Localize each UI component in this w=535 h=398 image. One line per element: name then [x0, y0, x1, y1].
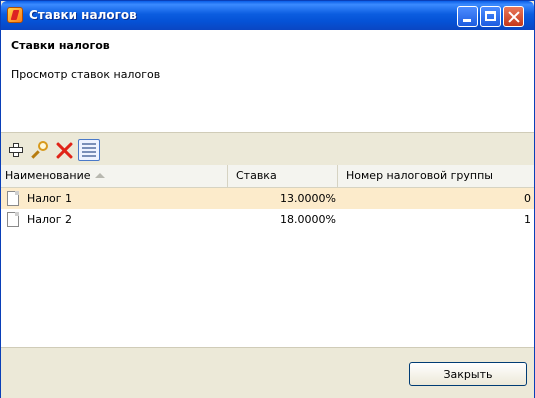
column-group-header[interactable]: Номер налоговой группы — [338, 165, 534, 187]
toolbar — [1, 132, 534, 166]
table-header: Наименование Ставка Номер налоговой груп… — [1, 165, 534, 188]
column-rate-label: Ставка — [236, 169, 277, 182]
window-title: Ставки налогов — [29, 8, 137, 22]
page-subtitle: Просмотр ставок налогов — [11, 68, 161, 81]
page-title: Ставки налогов — [11, 39, 110, 52]
table-row[interactable]: Налог 2 18.0000% 1 — [1, 209, 534, 230]
tax-rates-window: Ставки налогов Ставки налогов Просмотр с… — [0, 0, 535, 398]
title-bar[interactable]: Ставки налогов — [1, 1, 534, 30]
column-name-label: Наименование — [5, 169, 91, 182]
column-name-header[interactable]: Наименование — [1, 165, 228, 187]
search-icon[interactable] — [30, 140, 50, 160]
cell-name: Налог 1 — [27, 192, 73, 205]
app-icon — [7, 7, 23, 23]
document-icon — [7, 191, 19, 206]
tax-rates-table: Наименование Ставка Номер налоговой груп… — [1, 165, 534, 347]
list-icon[interactable] — [78, 139, 100, 161]
close-window-button[interactable] — [503, 6, 524, 27]
minimize-button[interactable] — [457, 6, 478, 27]
add-icon[interactable] — [6, 140, 26, 160]
cell-rate: 13.0000% — [280, 192, 336, 205]
table-row[interactable]: Налог 1 13.0000% 0 — [1, 188, 534, 209]
delete-icon[interactable] — [54, 140, 74, 160]
column-group-label: Номер налоговой группы — [346, 169, 493, 182]
sort-ascending-icon — [95, 173, 105, 178]
cell-name: Налог 2 — [27, 213, 73, 226]
maximize-button[interactable] — [480, 6, 501, 27]
cell-group: 1 — [524, 213, 531, 226]
cell-group: 0 — [524, 192, 531, 205]
document-icon — [7, 212, 19, 227]
close-button[interactable]: Закрыть — [409, 362, 527, 386]
footer: Закрыть — [1, 347, 534, 398]
column-rate-header[interactable]: Ставка — [228, 165, 338, 187]
cell-rate: 18.0000% — [280, 213, 336, 226]
